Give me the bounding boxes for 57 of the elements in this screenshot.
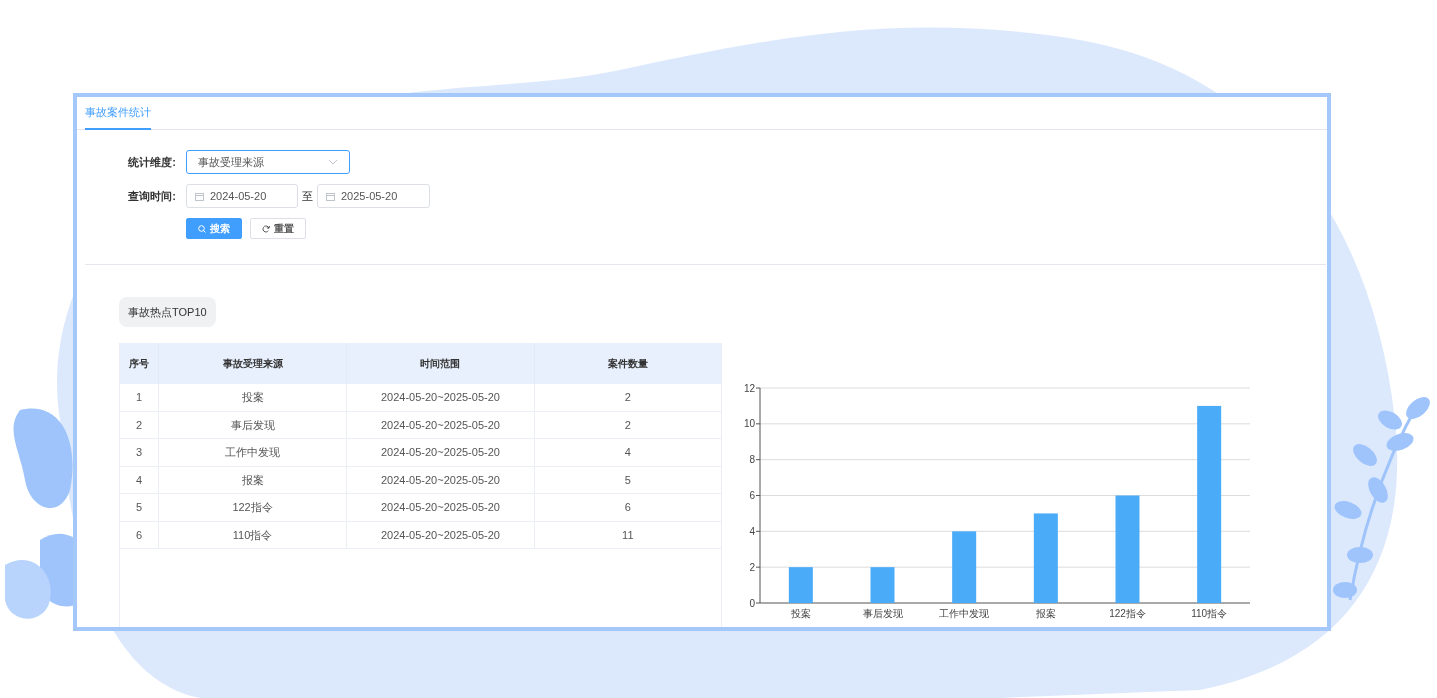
table-cell: 报案 [158,466,348,493]
table-cell: 6 [120,521,159,548]
date-field[interactable]: 2025-05-20 [317,184,430,208]
table-cell: 2024-05-20~2025-05-20 [347,521,535,548]
column-header: 案件数量 [606,357,649,371]
date-field[interactable]: 2024-05-20 [186,184,298,208]
chart-bar [952,531,977,603]
refresh-icon [262,224,270,233]
section-badge: 事故热点TOP10 [119,297,216,327]
table-cell-text: 6 [623,500,632,515]
axis-tick-label: 6 [749,490,755,501]
axis-tick-label: 10 [743,418,755,430]
column-header: 序号 [120,343,159,384]
table-cell: 2 [120,411,159,438]
axis-category-label: 122指令 [1109,608,1146,619]
table-cell-text: 2 [623,417,632,433]
chart-bar [788,567,813,603]
field-label: 查询时间: [127,188,176,204]
axis-tick-label: 12 [743,382,755,394]
table-cell: 4 [120,466,159,493]
axis-tick-label: 4 [749,525,755,537]
axis-category-label: 事后发现 [862,608,903,619]
table-cell: 事后发现 [158,411,348,438]
table-cell: 110指令 [158,521,348,548]
table-cell-text: 5 [623,472,632,488]
range-separator: 至 [301,188,314,204]
chevron-down-icon [328,159,338,165]
column-header: 时间范围 [347,343,535,384]
axis-tick-label: 2 [749,561,755,573]
calendar-icon [195,191,204,201]
table-cell: 5 [120,494,159,521]
table-cell: 2024-05-20~2025-05-20 [347,411,535,438]
field-label: 统计维度: [127,154,176,170]
table-cell-text: 2 [623,390,632,405]
calendar-icon [326,191,335,201]
chart-bar [870,567,895,603]
column-header: 事故受理来源 [158,343,348,384]
table-cell: 2024-05-20~2025-05-20 [347,384,535,411]
search-icon [198,224,206,233]
table-cell: 工作中发现 [158,439,348,466]
axis-category-label: 投案 [790,608,811,619]
table-cell: 投案 [158,384,348,411]
select-field[interactable]: 事故受理来源 [186,150,350,174]
axis-category-label: 工作中发现 [939,608,990,619]
table-cell: 2024-05-20~2025-05-20 [347,466,535,493]
table-cell: 2024-05-20~2025-05-20 [347,494,535,521]
table-cell: 3 [120,439,159,466]
table-cell: 122指令 [158,494,348,521]
reset-button[interactable]: 重置 [250,218,306,239]
table-cell: 2024-05-20~2025-05-20 [347,439,535,466]
axis-category-label: 110指令 [1191,608,1228,619]
axis-category-label: 报案 [1035,608,1056,619]
axis-tick-label: 0 [749,597,755,609]
table-cell: 1 [120,384,159,411]
table-cell-text: 11 [621,527,635,543]
table-cell-text: 4 [623,445,632,460]
axis-tick-label: 8 [749,454,755,466]
